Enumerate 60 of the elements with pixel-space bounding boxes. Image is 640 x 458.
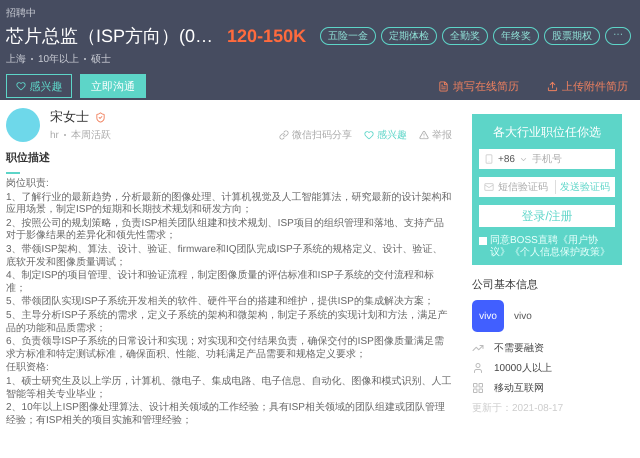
description-text: 1、硕士研究生及以上学历，计算机、微电子、集成电路、电子信息、自动化、图像和模式识别、人工智能等相关专业毕业； [6,376,452,402]
company-fact: 移动互联网 [494,382,544,395]
document-icon [438,80,449,92]
upload-resume-link[interactable]: 上传附件简历 [547,78,628,94]
salary: 120-150K [227,26,306,46]
recruiter-name: 宋女士 [50,108,89,126]
job-title: 芯片总监（ISP方向）(0… [6,25,214,48]
company-name: vivo [514,310,532,322]
benefit-tag: 年终奖 [493,27,540,45]
description-text: 任职资格: [6,362,50,375]
send-code-link[interactable]: 发送验证码 [555,180,610,194]
description-text: 5、带领团队实现ISP子系统开发相关的软件、硬件平台的搭建和维护，提供ISP的集成解决方案； [6,296,435,309]
mail-icon [484,182,494,192]
description-text: 3、带领ISP架构、算法、设计、验证、firmware和IQ团队完成ISP子系统的规格定义、设计、验证、底软开发和图像质量调试； [6,244,444,270]
interest-button[interactable]: 感兴趣 [6,74,72,98]
interest-link[interactable]: 感兴趣 [364,128,407,142]
job-meta: 硕士 [91,52,112,66]
user-icon [472,362,484,374]
share-link[interactable]: 微信扫码分享 [279,128,352,142]
agreement-text: 同意BOSS直聘《用户协议》《个人信息保护政策》 [490,235,611,259]
agree-checkbox[interactable] [479,237,487,245]
grid-icon [472,382,484,394]
recruiter-status: 本周活跃 [70,128,111,142]
report-link[interactable]: 举报 [419,128,452,142]
benefit-tag: 五险一金 [320,27,376,45]
code-field[interactable]: 短信验证码 发送验证码 [479,177,615,197]
heart-icon [16,81,26,91]
login-button[interactable]: 登录/注册 [479,205,615,227]
heart-icon [364,130,374,140]
description-text: 4、制定ISP的项目管理、设计和验证流程，制定图像质量的评估标准和ISP子系统的交付流程和标准； [6,270,435,296]
card-title: 各大行业职位任你选 [492,124,602,141]
phone-field[interactable]: +86 手机号 [479,149,615,169]
description-text: 6、负责领导ISP子系统的日常设计和实现；对实现和交付结果负责，确保交付的ISP图像质量满足需求方标准和特定测试标准，确保面积、性能、功耗满足产品需要和规格定义要求； [6,336,445,362]
status-label: 招聘中 [6,6,37,20]
warning-icon [419,130,429,140]
avatar [6,108,40,142]
chart-icon [472,342,484,354]
job-meta: 10年以上 [38,52,80,66]
benefit-tag: ··· [605,27,632,45]
description-text: 岗位职责: [6,178,50,191]
country-code[interactable]: +86 [498,154,515,164]
phone-icon [484,154,494,164]
benefit-tag: 定期体检 [381,27,438,45]
job-meta: 上海 [6,52,26,66]
section-heading: 公司基本信息 [472,278,539,292]
company-fact: 不需要融资 [494,342,544,355]
benefit-tag: 全勤奖 [442,27,488,45]
company-fact: 10000人以上 [494,362,552,375]
description-text: 2、按照公司的规划策略，负责ISP相关团队组建和技术规划、ISP项目的组织管理和落地、支持产品对于影像结果的差异化和领先性需求； [6,218,445,243]
chat-button[interactable]: 立即沟通 [80,74,146,98]
benefit-tag: 股票期权 [544,27,600,45]
description-text: 5、主导分析ISP子系统的需求，定义子系统的架构和微架构，制定子系统的实现计划和方法，满足产品的功能和品质需求； [6,310,449,336]
upload-icon [547,80,558,92]
section-heading: 职位描述 [6,150,51,166]
description-text: 2、10年以上ISP图像处理算法、设计相关领域的工作经验；具有ISP相关领域的团队组建或团队管理经验；有ISP相关的项目实施和管理经验； [6,402,446,428]
link-icon [279,130,289,140]
recruiter-role: hr [50,130,59,140]
company-logo: vivo [472,300,504,332]
online-resume-link[interactable]: 填写在线简历 [438,78,519,94]
description-text: 1、了解行业的最新趋势，分析最新的图像处理、计算机视觉及人工智能算法，研究最新的设计架构和应用场景，制定ISP的短期和长期技术规划和研发方向； [6,192,452,217]
